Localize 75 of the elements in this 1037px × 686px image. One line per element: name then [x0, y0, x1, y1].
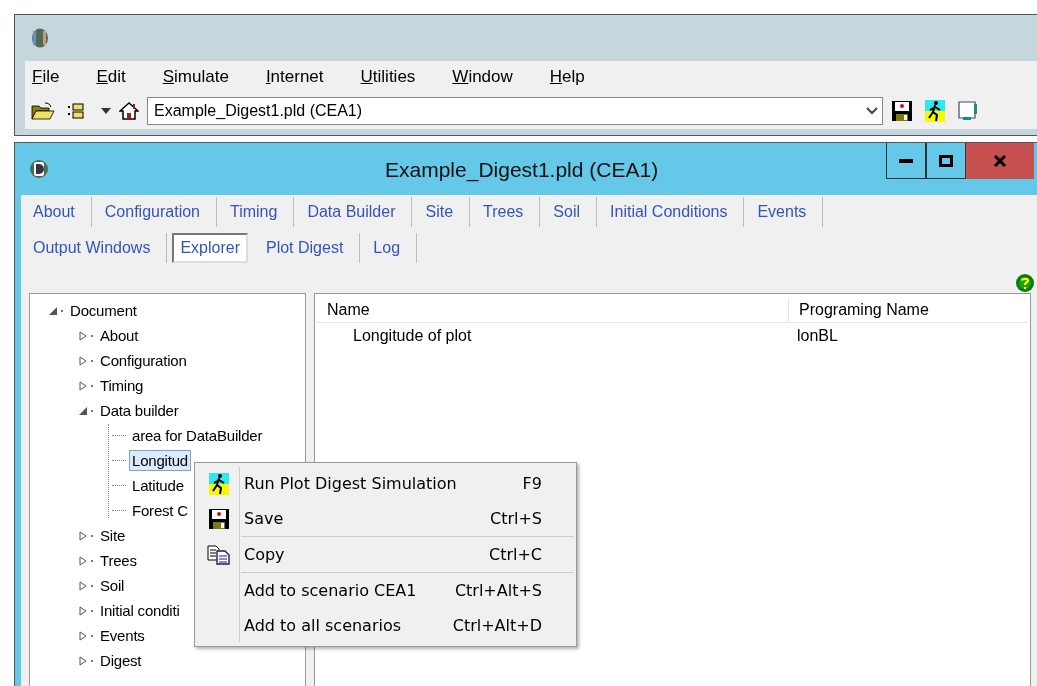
tab[interactable]: Soil [545, 197, 598, 227]
tab[interactable]: Plot Digest [257, 233, 361, 263]
menu-item[interactable]: File [32, 67, 60, 87]
tab[interactable]: About [25, 197, 92, 227]
tree-item[interactable]: Configuration [97, 350, 190, 371]
tree-item[interactable]: Forest C [129, 500, 191, 521]
table-cell-text: lonBL [796, 327, 839, 345]
minimize-icon [899, 158, 913, 163]
tree-item[interactable]: Data builder [97, 400, 182, 421]
chevron-down-icon [866, 107, 878, 115]
menu-item[interactable]: Window [452, 67, 513, 87]
tree-item[interactable]: Initial conditi [97, 600, 183, 621]
monitor-icon[interactable] [957, 100, 979, 122]
tab[interactable]: Output Windows [25, 233, 168, 263]
expand-icon[interactable] [78, 355, 88, 366]
tree-item[interactable]: About [97, 325, 142, 346]
app-icon [29, 159, 49, 179]
tree-item[interactable]: Soil [97, 575, 128, 596]
tab[interactable]: Site [417, 197, 471, 227]
expand-icon[interactable] [78, 380, 88, 391]
expand-icon[interactable] [78, 330, 88, 341]
tree-item[interactable]: Longitud [129, 450, 191, 471]
menu-item[interactable]: Save Ctrl+S [197, 501, 574, 536]
table-cell-text: Longitude of plot [352, 327, 473, 345]
collapse-icon[interactable] [48, 305, 58, 316]
column-header[interactable]: Programing Name [789, 298, 1028, 322]
expand-icon[interactable] [78, 530, 88, 541]
dropdown-arrow-icon[interactable] [101, 108, 111, 114]
tree-item[interactable]: area for DataBuilder [129, 425, 266, 446]
tab[interactable]: Initial Conditions [602, 197, 745, 227]
minimize-button[interactable] [886, 143, 926, 179]
app-icon [31, 28, 49, 48]
tree-item[interactable]: Digest [97, 650, 145, 671]
copy-icon [207, 544, 231, 565]
tree-folders-icon[interactable] [67, 102, 85, 120]
expand-icon[interactable] [78, 580, 88, 591]
tab[interactable]: Configuration [96, 197, 217, 227]
window-title: Example_Digest1.pld (CEA1) [385, 158, 659, 182]
tab[interactable]: Explorer [172, 233, 248, 263]
open-folder-icon[interactable] [31, 102, 55, 120]
maximize-button[interactable] [926, 143, 966, 179]
menu-item[interactable]: Internet [265, 67, 324, 87]
expand-icon[interactable] [78, 630, 88, 641]
home-icon[interactable] [119, 101, 139, 121]
close-icon [993, 155, 1007, 167]
document-combo[interactable]: Example_Digest1.pld (CEA1) [147, 97, 883, 125]
tab[interactable]: Log [365, 233, 418, 263]
collapse-icon[interactable] [78, 405, 88, 416]
menu-item[interactable]: Copy Ctrl+C [197, 537, 574, 572]
menu-item[interactable]: Add to all scenarios Ctrl+Alt+D [197, 608, 574, 643]
tab[interactable]: Timing [222, 197, 295, 227]
help-icon[interactable] [1015, 273, 1035, 293]
tab[interactable]: Trees [475, 197, 541, 227]
menu-item[interactable]: Simulate [162, 67, 229, 87]
column-header[interactable]: Name [317, 298, 789, 322]
expand-icon[interactable] [78, 555, 88, 566]
expand-icon[interactable] [78, 655, 88, 666]
close-button[interactable] [966, 143, 1034, 179]
running-figure-icon [209, 472, 229, 495]
tree-item[interactable]: Document [67, 300, 140, 321]
menu-item[interactable]: Add to scenario CEA1 Ctrl+Alt+S [197, 573, 574, 608]
tree-item[interactable]: Site [97, 525, 129, 546]
tab[interactable]: Data Builder [299, 197, 413, 227]
menu-item[interactable]: Help [549, 67, 585, 87]
maximize-icon [939, 154, 953, 167]
menu-item[interactable]: Edit [96, 67, 126, 87]
menu-item[interactable]: Run Plot Digest Simulation F9 [197, 466, 574, 501]
running-figure-icon[interactable] [925, 100, 945, 122]
tree-item[interactable]: Events [97, 625, 148, 646]
tree-item[interactable]: Timing [97, 375, 147, 396]
tree-item[interactable]: Trees [97, 550, 140, 571]
expand-icon[interactable] [78, 605, 88, 616]
tree-item[interactable]: Latitude [129, 475, 187, 496]
menu-item[interactable]: Utilities [360, 67, 416, 87]
tab[interactable]: Events [749, 197, 824, 227]
